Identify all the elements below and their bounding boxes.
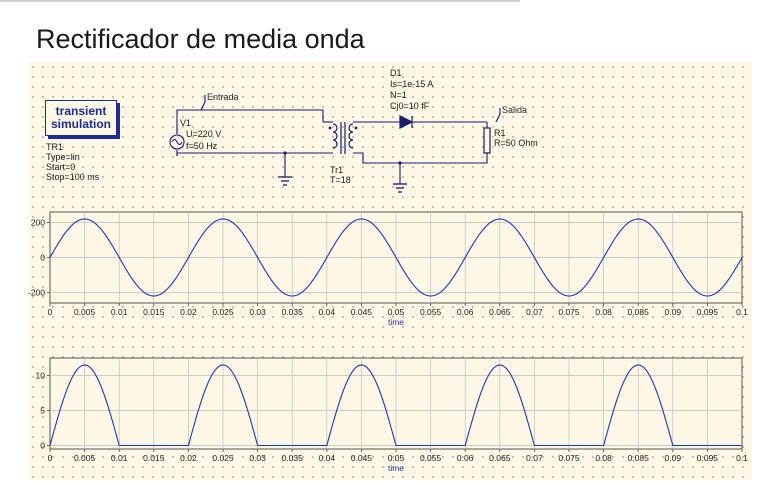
ac-source-symbol xyxy=(170,128,184,149)
x-tick-label: 0.065 xyxy=(489,307,511,317)
resistor-name: R1 xyxy=(494,128,506,138)
diode-symbol xyxy=(400,116,412,128)
x-tick-label: 0.04 xyxy=(319,307,336,317)
x-tick-label: 0.07 xyxy=(526,307,543,317)
x-tick-label: 0.01 xyxy=(111,307,128,317)
x-tick-label: 0.08 xyxy=(595,307,612,317)
ground-right-symbol xyxy=(393,184,407,192)
x-tick-label: 0.01 xyxy=(111,453,128,463)
x-tick-label: 0.095 xyxy=(697,307,719,317)
ground-left-symbol xyxy=(278,177,292,185)
x-axis-label: time xyxy=(388,463,404,473)
y-tick-label: 10 xyxy=(36,371,46,381)
label-input-tick xyxy=(201,95,205,110)
salida-plot[interactable]: 0 0.005 0.01 0.015 0.02 0.025 0.03 0.035 0.04 0.0… xyxy=(28,352,752,482)
y-tick-label: 0 xyxy=(40,441,45,451)
x-tick-label: 0.07 xyxy=(526,453,543,463)
wire-secondary-bottom xyxy=(353,153,487,163)
label-entrada: Entrada xyxy=(207,92,239,102)
x-tick-label: 0.005 xyxy=(74,307,96,317)
top-divider xyxy=(0,0,520,2)
diode-is: Is=1e-15 A xyxy=(390,79,433,89)
x-tick-label: 0.045 xyxy=(351,307,373,317)
resistor-symbol xyxy=(484,128,490,153)
x-tick-label: 0.025 xyxy=(212,307,234,317)
x-tick-label: 0.065 xyxy=(489,453,511,463)
x-tick-label: 0.08 xyxy=(595,453,612,463)
label-output-tick xyxy=(496,108,500,122)
x-tick-label: 0.095 xyxy=(697,453,719,463)
wire-input-bottom xyxy=(177,153,333,156)
x-tick-label: 0.02 xyxy=(180,307,197,317)
label-salida: Salida xyxy=(502,105,527,115)
x-tick-label: 0.06 xyxy=(457,307,474,317)
diode-n: N=1 xyxy=(390,90,407,100)
transformer-symbol xyxy=(333,122,353,154)
x-tick-label: 0.015 xyxy=(143,453,165,463)
x-tick-label: 0.05 xyxy=(388,453,405,463)
source-frequency: f=50 Hz xyxy=(186,141,217,151)
x-tick-label: 0.015 xyxy=(143,307,165,317)
x-tick-label: 0.055 xyxy=(420,453,442,463)
y-tick-label: -200 xyxy=(28,288,45,298)
x-tick-label: 0.09 xyxy=(665,453,682,463)
slide-title: Rectificador de media onda xyxy=(36,24,365,55)
y-tick-label: 0 xyxy=(40,253,45,263)
x-axis-label: time xyxy=(388,317,404,327)
x-tick-label: 0.085 xyxy=(628,453,650,463)
resistor-value: R=50 Ohm xyxy=(494,138,538,148)
source-voltage: U=220 V xyxy=(186,129,221,139)
x-tick-label: 0.035 xyxy=(282,307,304,317)
x-tick-label: 0.035 xyxy=(282,453,304,463)
x-tick-label: 0.055 xyxy=(420,307,442,317)
x-tick-label: 0.03 xyxy=(249,453,266,463)
transformer-name: Tr1 xyxy=(330,165,343,175)
x-tick-label: 0 xyxy=(48,307,53,317)
entrada-plot[interactable]: 0 0.005 0.01 0.015 0.02 0.025 0.03 0.035 0.04 0.0… xyxy=(28,206,752,336)
x-tick-label: 0.075 xyxy=(558,307,580,317)
x-tick-label: 0.04 xyxy=(319,453,336,463)
x-tick-label: 0.06 xyxy=(457,453,474,463)
x-tick-label: 0.045 xyxy=(351,453,373,463)
x-tick-label: 0.005 xyxy=(74,453,96,463)
x-tick-label: 0 xyxy=(48,453,53,463)
x-tick-label: 0.02 xyxy=(180,453,197,463)
x-tick-label: 0.1 xyxy=(736,307,748,317)
diode-name: D1 xyxy=(390,68,402,78)
x-tick-label: 0.03 xyxy=(249,307,266,317)
schematic-canvas[interactable]: transient simulation TR1 Type=lin Start=… xyxy=(28,62,752,480)
x-tick-label: 0.09 xyxy=(665,307,682,317)
transformer-ratio: T=18 xyxy=(330,175,351,185)
x-tick-label: 0.085 xyxy=(628,307,650,317)
x-tick-label: 0.025 xyxy=(212,453,234,463)
y-tick-label: 5 xyxy=(40,406,45,416)
diode-cj0: Cj0=10 fF xyxy=(390,101,429,111)
y-tick-label: 200 xyxy=(31,218,45,228)
x-tick-label: 0.05 xyxy=(388,307,405,317)
source-name: V1 xyxy=(180,118,191,128)
x-tick-label: 0.1 xyxy=(736,453,748,463)
x-tick-label: 0.075 xyxy=(558,453,580,463)
